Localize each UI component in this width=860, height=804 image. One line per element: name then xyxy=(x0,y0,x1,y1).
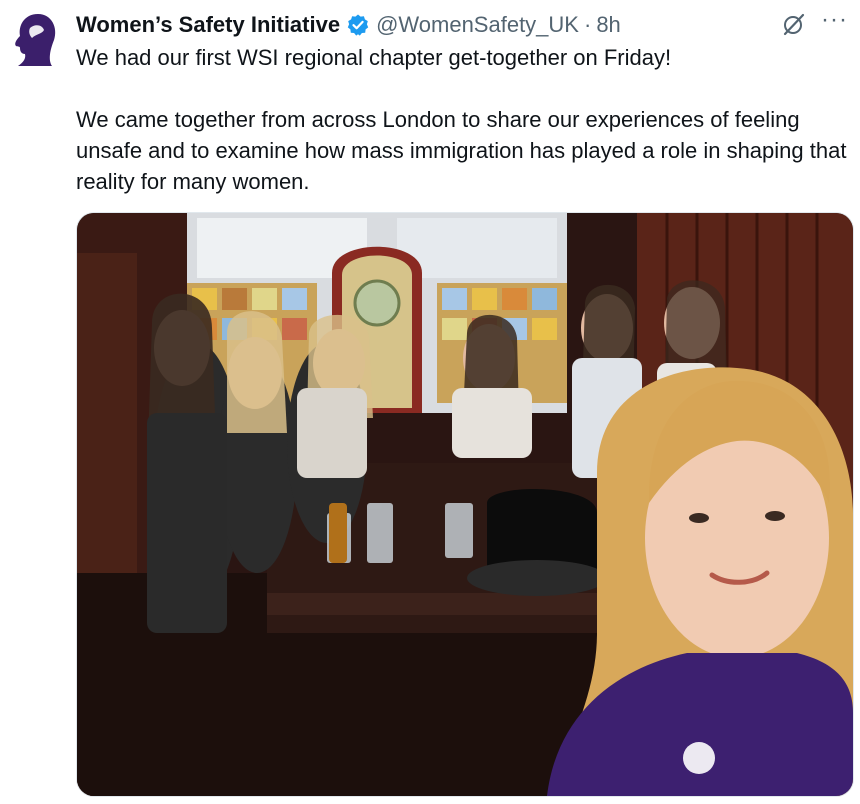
tweet-paragraph: We had our first WSI regional chapter ge… xyxy=(76,45,672,70)
tweet-photo[interactable] xyxy=(76,212,854,797)
author-avatar[interactable] xyxy=(8,10,60,68)
author-name[interactable]: Women’s Safety Initiative xyxy=(76,12,340,38)
tweet-header: Women’s Safety Initiative @WomenSafety_U… xyxy=(76,8,621,42)
grok-icon[interactable] xyxy=(781,12,807,38)
author-handle[interactable]: @WomenSafety_UK xyxy=(376,12,579,38)
separator: · xyxy=(583,12,592,37)
verified-badge-icon xyxy=(347,14,369,36)
tweet-paragraph: We came together from across London to s… xyxy=(76,107,847,194)
tweet-text: We had our first WSI regional chapter ge… xyxy=(76,42,851,197)
tweet-actions: ··· xyxy=(781,8,848,42)
group-photo-image xyxy=(77,213,853,796)
more-options-icon[interactable]: ··· xyxy=(821,8,848,32)
timestamp[interactable]: 8h xyxy=(596,12,620,38)
